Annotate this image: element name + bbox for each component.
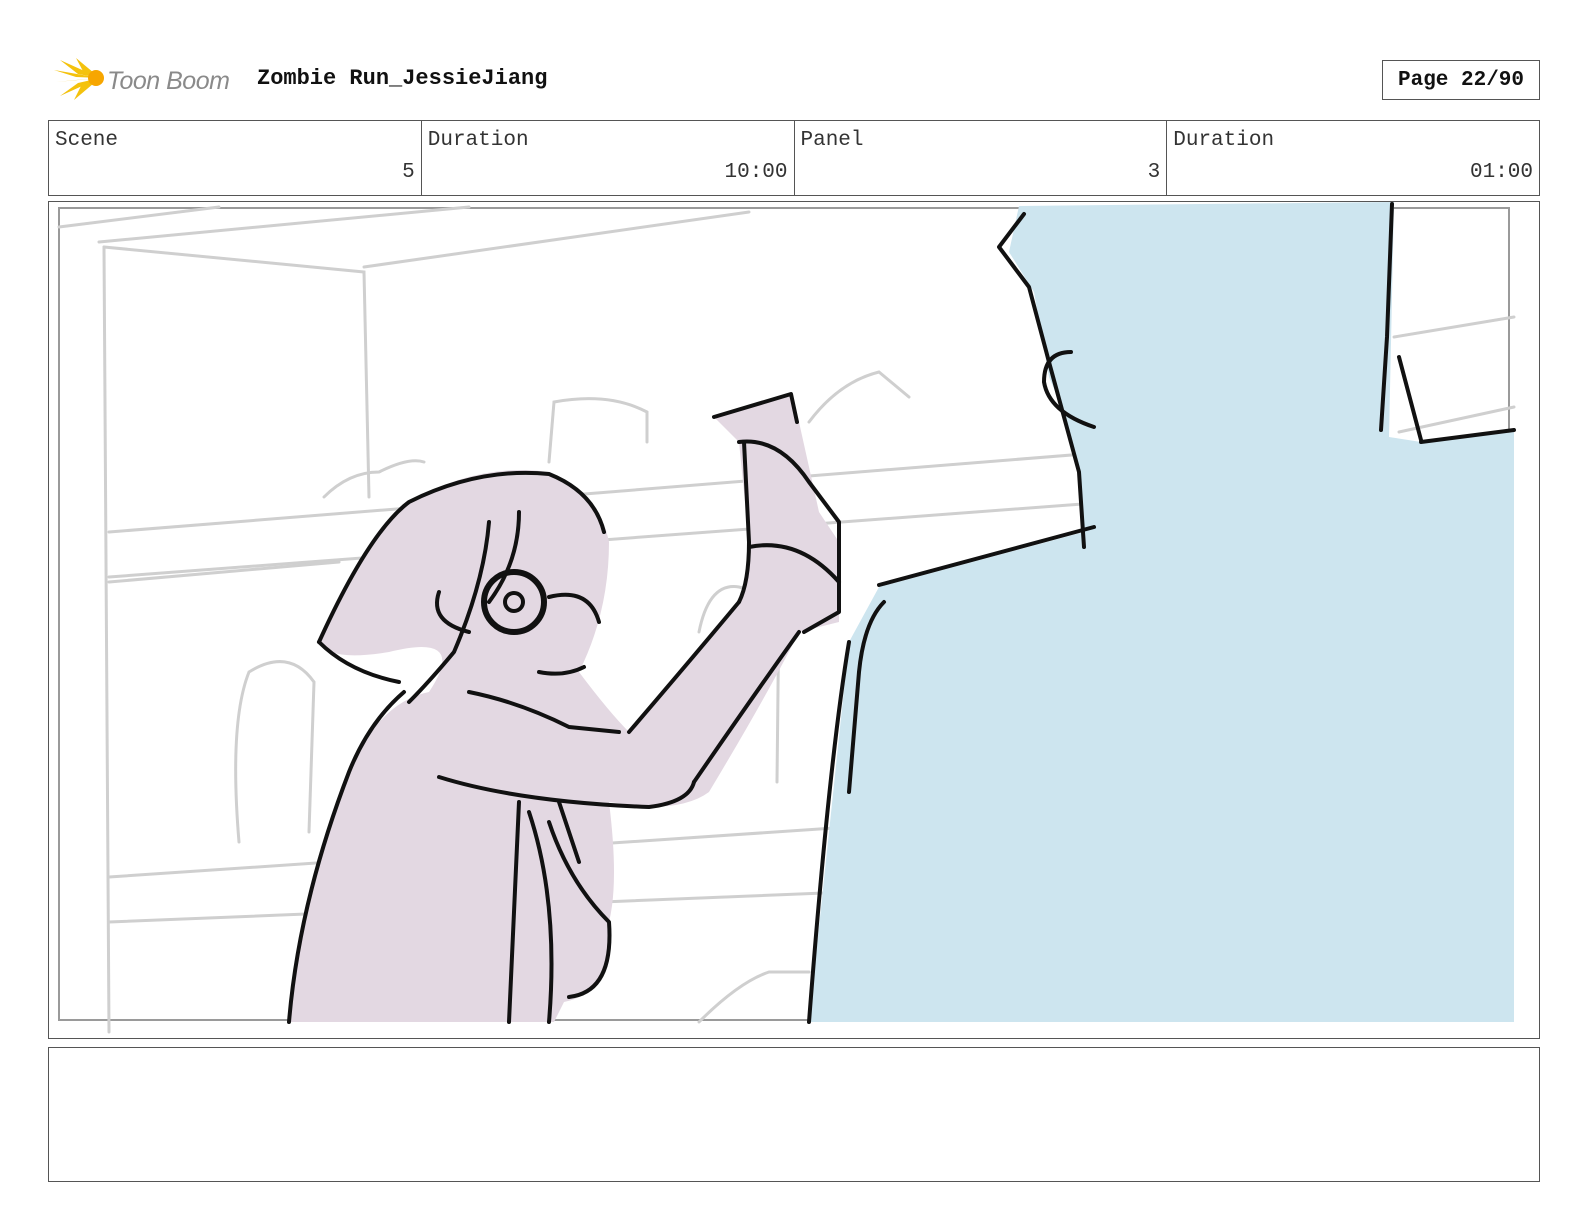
scene-duration-label: Duration <box>427 129 529 152</box>
scene-value: 5 <box>402 161 415 184</box>
logo-text: Toon Boom <box>107 67 230 95</box>
scene-label: Scene <box>55 129 119 152</box>
panel-duration-cell: Duration 01:00 <box>1167 121 1539 195</box>
panel-duration-label: Duration <box>1173 129 1275 152</box>
panel-notes-box <box>48 1047 1540 1182</box>
starburst-icon <box>54 58 104 100</box>
panel-value: 3 <box>1147 161 1161 184</box>
project-title: Zombie Run_JessieJiang <box>257 66 548 91</box>
storyboard-header: Toon Boom Zombie Run_JessieJiang Page 22… <box>48 52 1540 104</box>
zombie-silhouette <box>809 202 1514 1022</box>
panel-cell: Panel 3 <box>795 121 1168 195</box>
scene-cell: Scene 5 <box>49 121 422 195</box>
girl-character <box>287 392 841 1024</box>
scene-info-row: Scene 5 Duration 10:00 Panel 3 Duration … <box>48 120 1540 196</box>
scene-duration-cell: Duration 10:00 <box>422 121 795 195</box>
page-number: Page 22/90 <box>1382 60 1540 100</box>
storyboard-panel <box>48 201 1540 1039</box>
panel-drawing <box>57 202 1516 1034</box>
panel-duration-value: 01:00 <box>1469 161 1533 184</box>
panel-label: Panel <box>800 129 864 152</box>
toon-boom-logo: Toon Boom <box>52 56 242 102</box>
scene-duration-value: 10:00 <box>724 161 788 184</box>
